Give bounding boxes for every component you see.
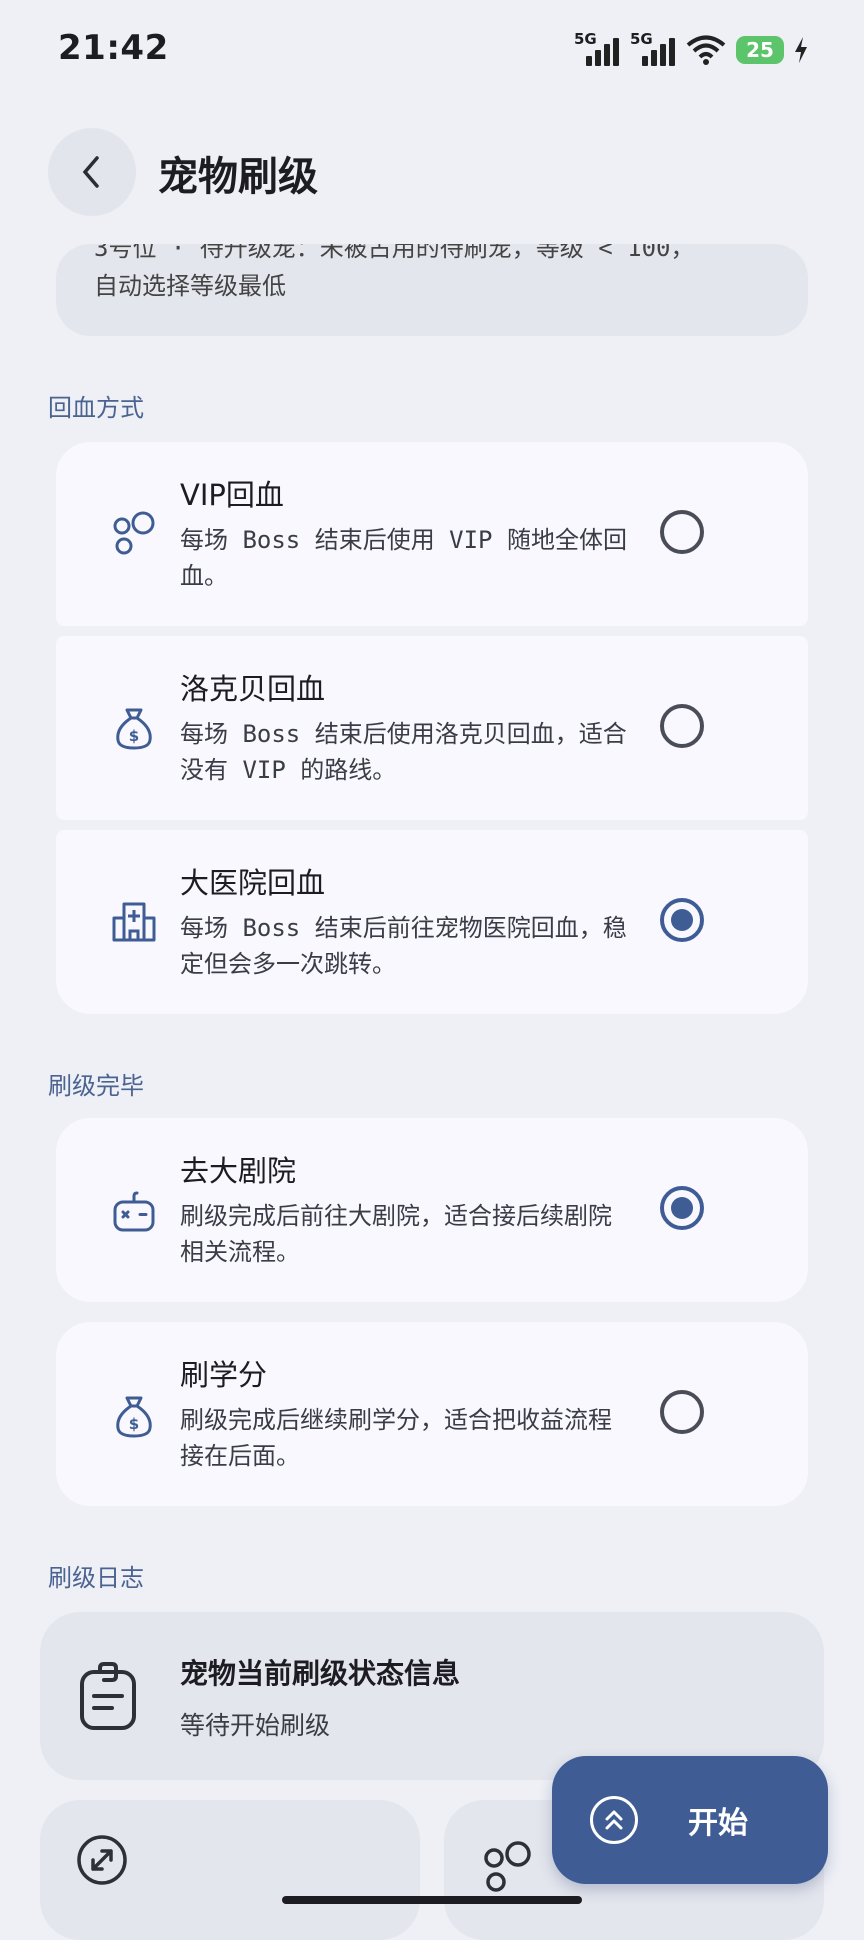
radio-go-theater[interactable] — [660, 1186, 704, 1230]
option-lokebei-heal[interactable]: $ 洛克贝回血 每场 Boss 结束后使用洛克贝回血，适合没有 VIP 的路线。 — [56, 636, 808, 820]
option-hospital-heal[interactable]: 大医院回血 每场 Boss 结束后前往宠物医院回血，稳定但会多一次跳转。 — [56, 830, 808, 1014]
option-desc: 每场 Boss 结束后使用 VIP 随地全体回血。 — [180, 526, 627, 590]
log-status: 等待开始刷级 — [180, 1711, 331, 1740]
cell-signal-1-icon: 5G — [574, 30, 620, 70]
wifi-icon — [686, 35, 726, 65]
option-desc: 每场 Boss 结束后使用洛克贝回血，适合没有 VIP 的路线。 — [180, 720, 627, 784]
status-time: 21:42 — [58, 28, 169, 68]
section-header-finish: 刷级完毕 — [48, 1072, 144, 1100]
radio-farm-credits[interactable] — [660, 1390, 704, 1434]
radio-lokebei-heal[interactable] — [660, 704, 704, 748]
bubbles-icon — [106, 506, 162, 562]
battery-icon: 25 — [736, 36, 784, 64]
radio-hospital-heal[interactable] — [660, 898, 704, 942]
robot-icon — [106, 1184, 162, 1240]
back-button[interactable] — [48, 128, 136, 216]
option-farm-credits[interactable]: $ 刷学分 刷级完成后继续刷学分，适合把收益流程接在后面。 — [56, 1322, 808, 1506]
home-indicator[interactable] — [282, 1896, 582, 1904]
cell-signal-2-icon: 5G — [630, 30, 676, 70]
money-bag-icon: $ — [106, 1388, 162, 1444]
option-title: 去大剧院 — [180, 1154, 297, 1188]
svg-text:$: $ — [129, 1415, 139, 1433]
option-desc: 刷级完成后前往大剧院，适合接后续剧院相关流程。 — [180, 1202, 612, 1266]
section-header-log: 刷级日志 — [48, 1564, 144, 1592]
start-button-label: 开始 — [688, 1806, 748, 1841]
pet-slot-info-card: 3号位 · 待升级宠：未被占用的待刷宠，等级 < 100， 自动选择等级最低 — [56, 234, 808, 336]
hospital-icon — [106, 894, 162, 950]
section-header-heal: 回血方式 — [48, 394, 144, 422]
log-card[interactable] — [40, 1612, 824, 1780]
pet-slot-info-line1: 3号位 · 待升级宠：未被占用的待刷宠，等级 < 100， — [94, 234, 695, 262]
pet-slot-info-line2: 自动选择等级最低 — [94, 272, 286, 300]
option-title: 洛克贝回血 — [180, 672, 326, 706]
option-title: VIP回血 — [180, 478, 284, 512]
svg-text:$: $ — [129, 727, 139, 745]
radio-vip-heal[interactable] — [660, 510, 704, 554]
option-go-theater[interactable]: 去大剧院 刷级完成后前往大剧院，适合接后续剧院相关流程。 — [56, 1118, 808, 1302]
log-title: 宠物当前刷级状态信息 — [180, 1657, 461, 1690]
chevron-left-icon — [82, 156, 99, 188]
option-title: 刷学分 — [180, 1358, 268, 1392]
start-button[interactable]: 开始 — [552, 1756, 828, 1884]
expand-icon — [76, 1834, 128, 1890]
option-desc: 每场 Boss 结束后前往宠物医院回血，稳定但会多一次跳转。 — [180, 914, 627, 978]
money-bag-icon: $ — [106, 700, 162, 756]
option-vip-heal[interactable]: VIP回血 每场 Boss 结束后使用 VIP 随地全体回血。 — [56, 442, 808, 626]
option-title: 大医院回血 — [180, 866, 326, 900]
clipboard-icon — [78, 1662, 138, 1736]
page-title: 宠物刷级 — [158, 154, 318, 200]
charging-icon — [795, 37, 807, 63]
option-desc: 刷级完成后继续刷学分，适合把收益流程接在后面。 — [180, 1406, 612, 1470]
bubbles-icon — [480, 1840, 536, 1900]
expand-tile[interactable] — [40, 1800, 420, 1940]
double-chevron-up-icon — [590, 1796, 638, 1844]
status-icons: 5G 5G 25 — [574, 28, 808, 72]
